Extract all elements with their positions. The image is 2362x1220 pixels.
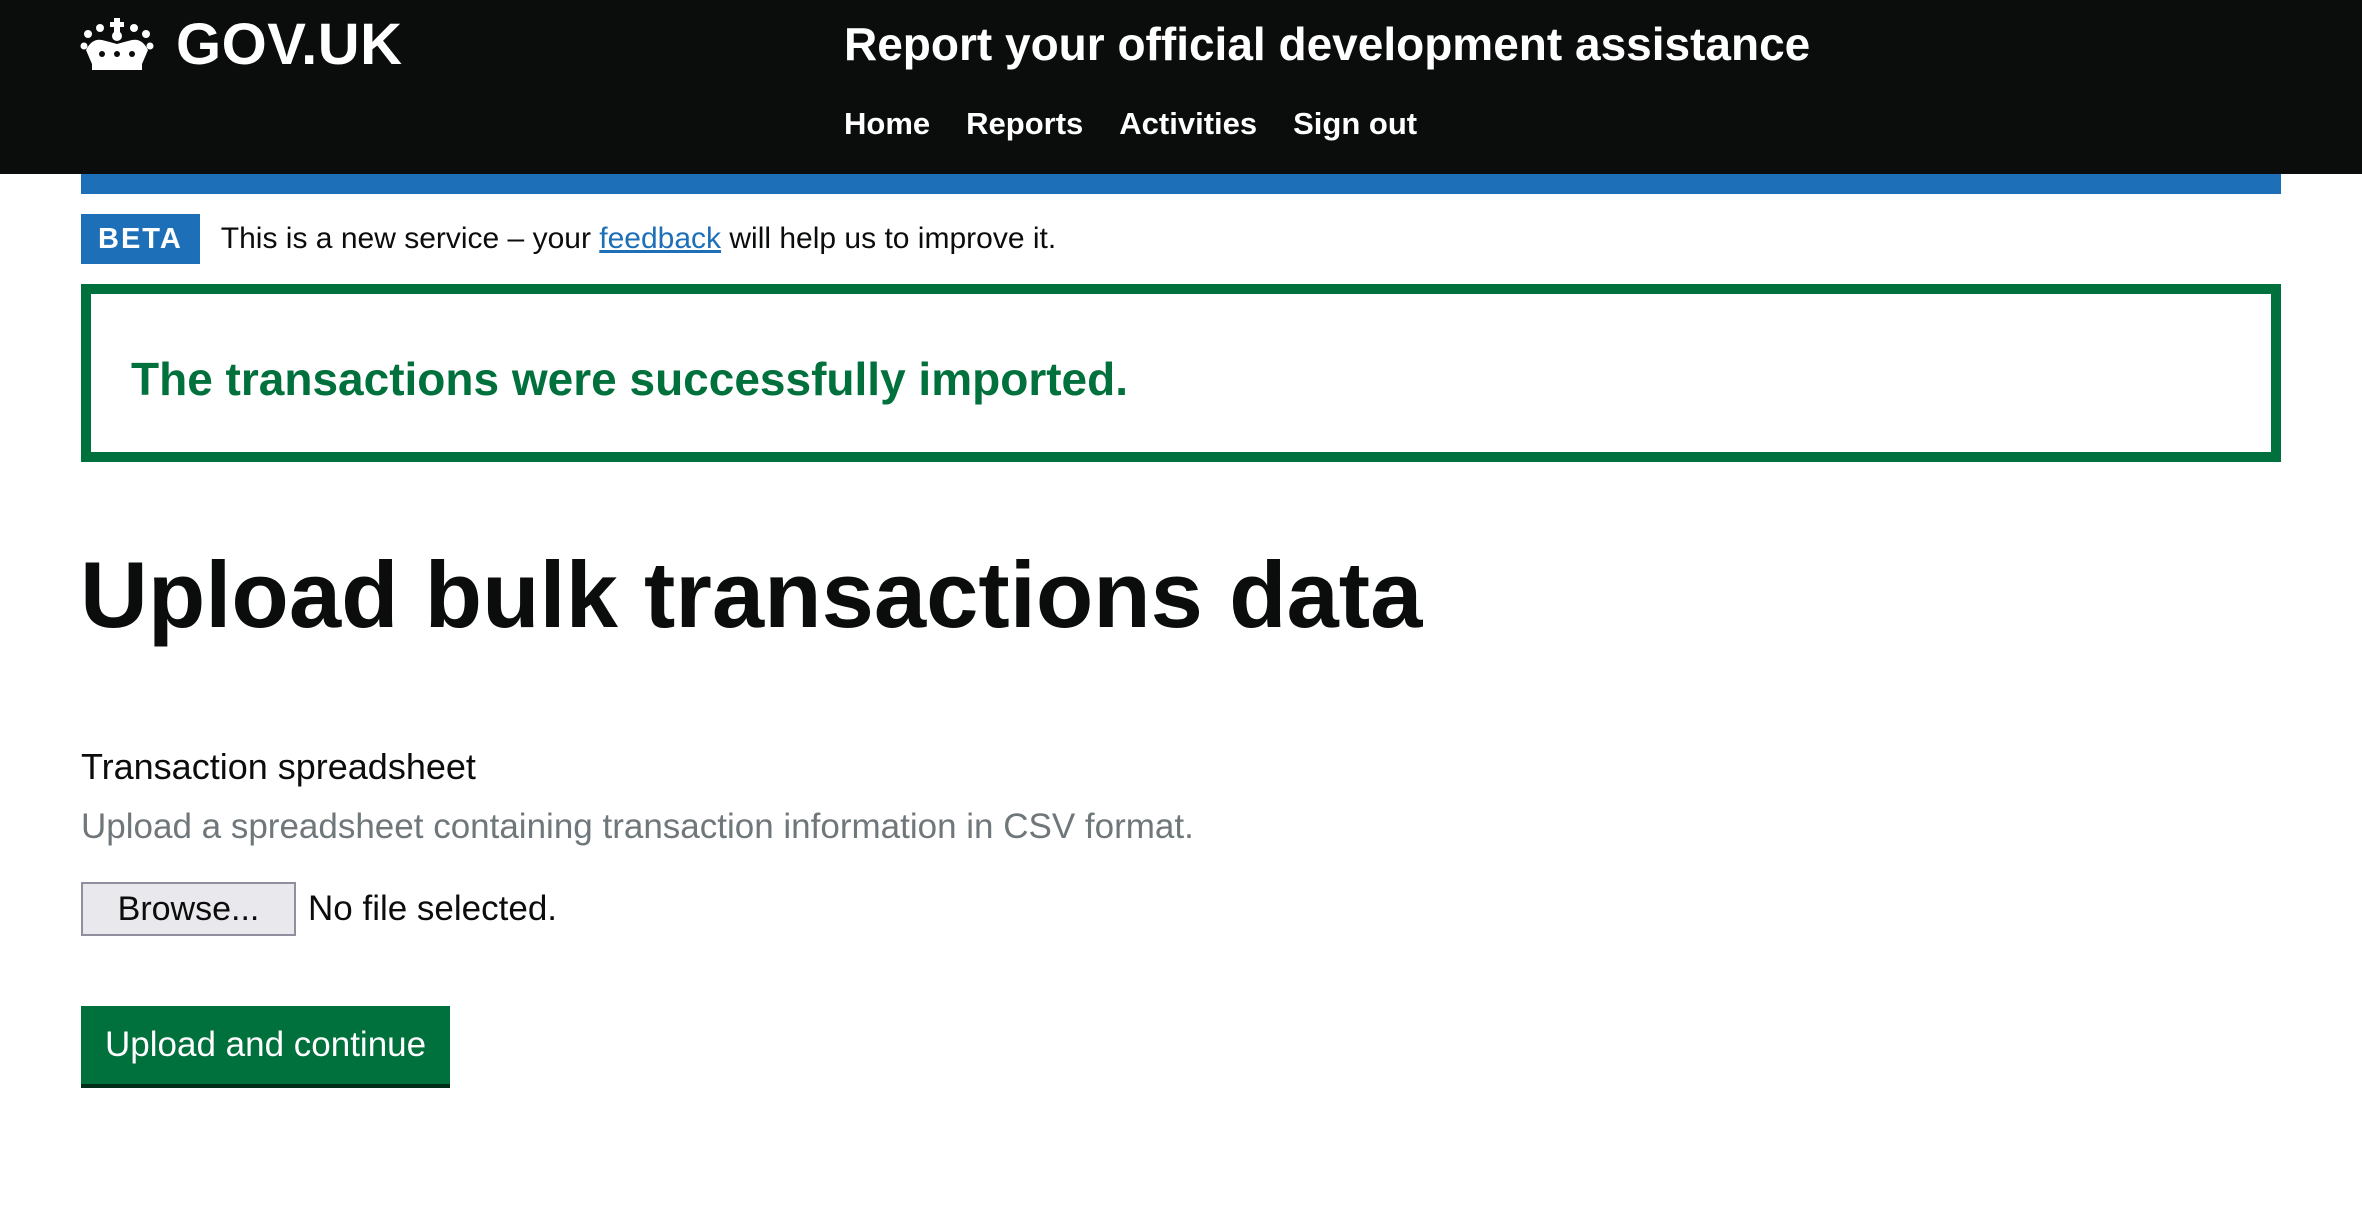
success-notification: The transactions were successfully impor… xyxy=(81,284,2281,462)
nav-item-activities[interactable]: Activities xyxy=(1119,102,1257,146)
govuk-logo-link[interactable]: GOV.UK xyxy=(80,14,402,76)
phase-banner-text: This is a new service – your feedback wi… xyxy=(221,214,1056,264)
service-name[interactable]: Report your official development assista… xyxy=(844,14,1810,74)
notification-heading: The transactions were successfully impor… xyxy=(131,353,1128,405)
file-upload-input[interactable]: Browse... No file selected. xyxy=(81,882,557,936)
header-accent-bar xyxy=(81,174,2281,194)
logo-text: GOV.UK xyxy=(176,12,403,77)
main-navigation: Home Reports Activities Sign out xyxy=(844,102,1417,146)
phase-banner: BETA This is a new service – your feedba… xyxy=(81,214,1056,264)
feedback-link[interactable]: feedback xyxy=(599,222,721,255)
nav-item-sign-out[interactable]: Sign out xyxy=(1293,102,1417,146)
upload-and-continue-button[interactable]: Upload and continue xyxy=(81,1006,451,1084)
file-status: No file selected. xyxy=(308,889,558,928)
page-title: Upload bulk transactions data xyxy=(80,542,1423,647)
site-header: GOV.UK Report your official development … xyxy=(0,0,2362,174)
browse-button[interactable]: Browse... xyxy=(81,882,296,936)
nav-item-reports[interactable]: Reports xyxy=(966,102,1083,146)
beta-tag: BETA xyxy=(81,214,200,264)
crown-icon xyxy=(80,16,154,74)
file-upload-label: Transaction spreadsheet xyxy=(81,746,476,787)
phase-text-before: This is a new service – your xyxy=(220,222,600,255)
nav-item-home[interactable]: Home xyxy=(844,102,930,146)
phase-text-after: will help us to improve it. xyxy=(721,222,1057,255)
file-upload-hint: Upload a spreadsheet containing transact… xyxy=(81,807,1194,846)
